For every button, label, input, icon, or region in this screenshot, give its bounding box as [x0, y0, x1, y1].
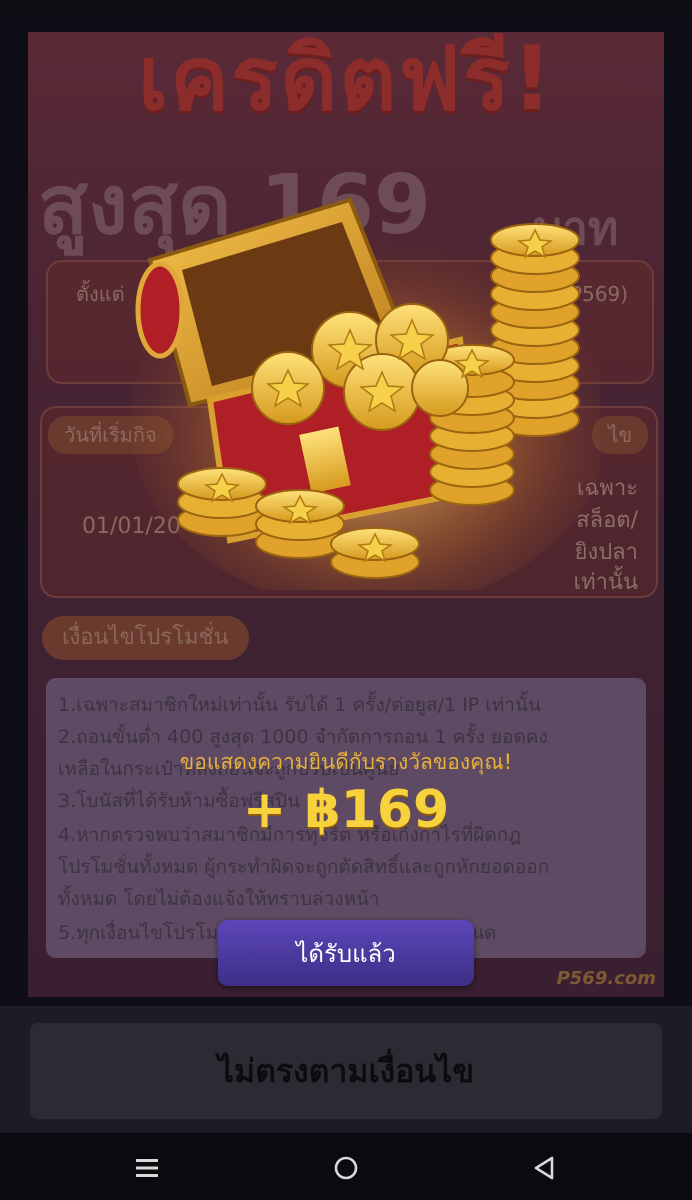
- rule-item: 1.เฉพาะสมาชิกใหม่เท่านั้น รับได้ 1 ครั้ง…: [58, 694, 541, 716]
- status-bar: [0, 0, 692, 16]
- p569-logo: P569.com: [556, 968, 656, 989]
- rule-item: โปรโมชั่นทั้งหมด ผู้กระทำผิดจะถูกตัดสิทธ…: [58, 856, 550, 878]
- treasure-chest-illustration: [130, 197, 600, 590]
- home-icon[interactable]: [331, 1153, 361, 1183]
- reward-amount: + ฿169: [242, 780, 450, 840]
- banner-title: เครดิตฟรี!: [137, 32, 555, 130]
- android-navigation-bar: [0, 1133, 692, 1200]
- condition-tag: ไข: [592, 416, 648, 454]
- rules-heading: เงื่อนไขโปรโมชั่น: [42, 616, 249, 660]
- rule-item: ทั้งหมด โดยไม่ต้องแจ้งให้ทราบล่วงหน้า: [58, 888, 380, 910]
- congrats-message: ขอแสดงความยินดีกับรางวัลของคุณ!: [179, 750, 513, 774]
- back-icon[interactable]: [530, 1153, 560, 1183]
- menu-icon[interactable]: [132, 1153, 162, 1183]
- start-label: ตั้งแต่: [76, 282, 125, 306]
- claimed-button[interactable]: ได้รับแล้ว: [218, 920, 474, 986]
- not-eligible-button[interactable]: ไม่ตรงตามเงื่อนไข: [30, 1023, 662, 1119]
